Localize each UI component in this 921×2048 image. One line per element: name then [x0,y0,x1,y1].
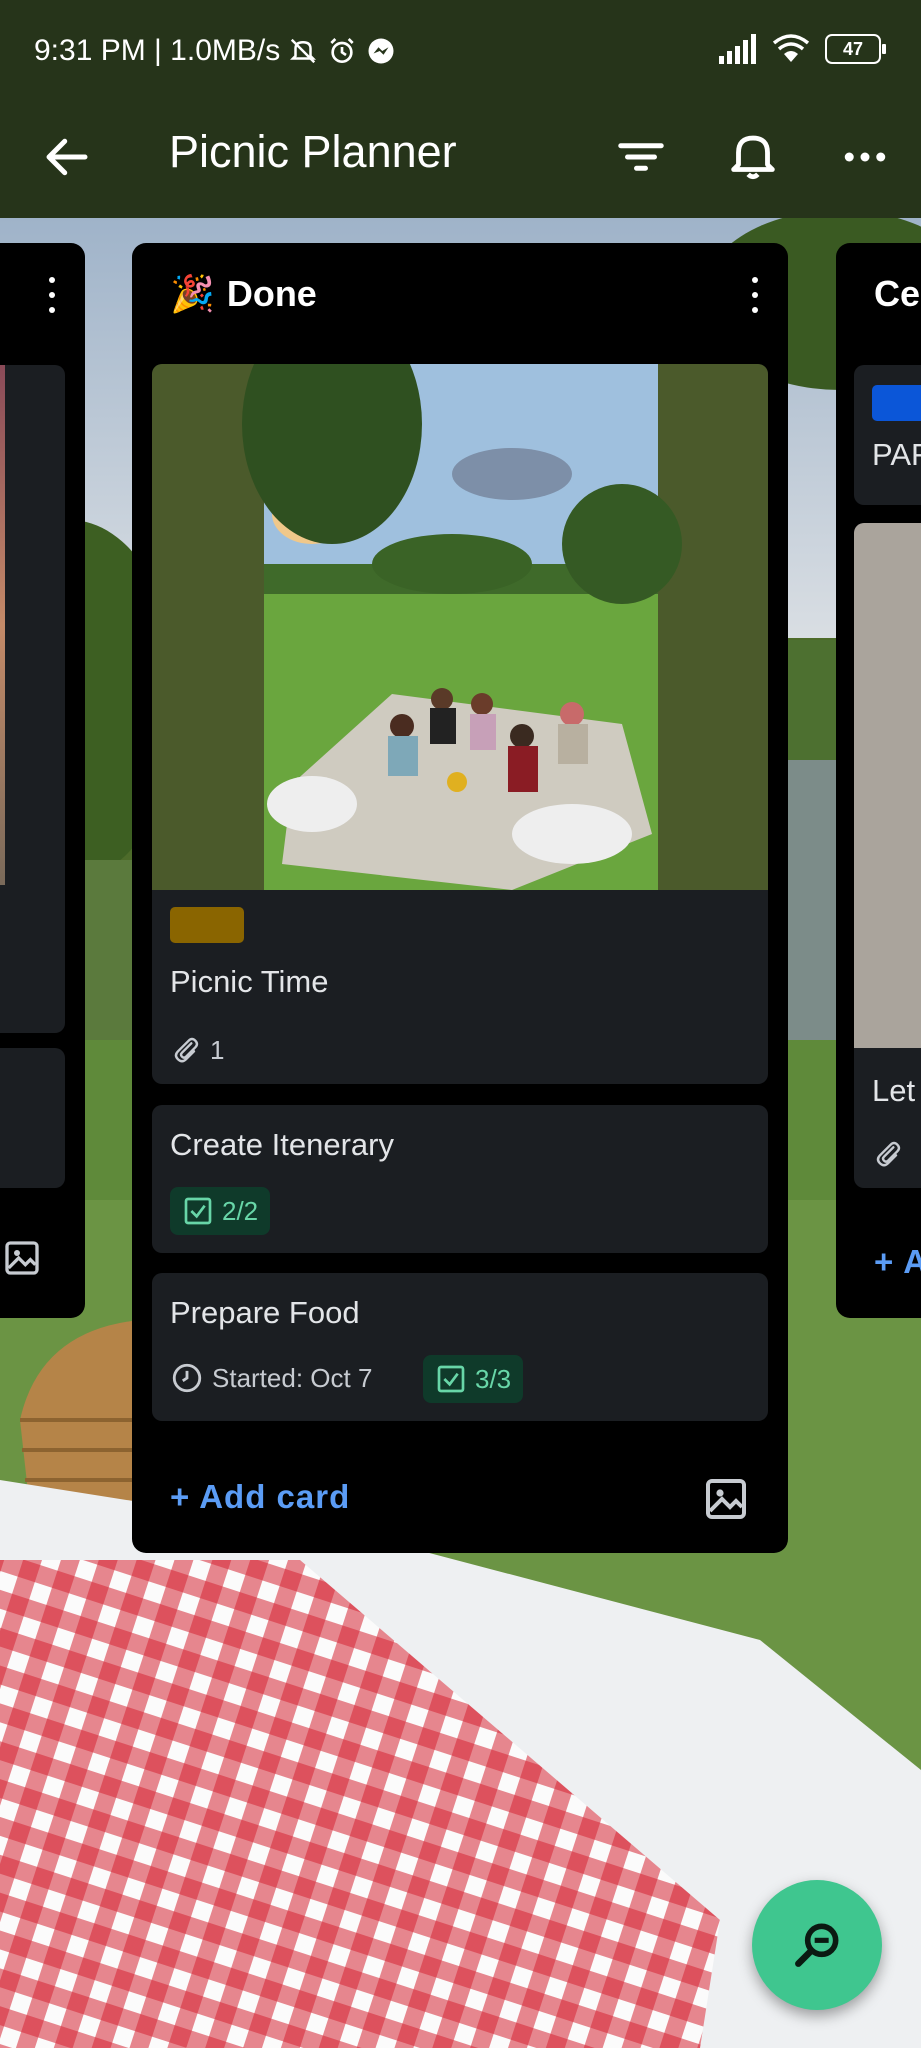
filter-icon[interactable] [614,130,668,184]
checkbox-icon [184,1197,212,1225]
status-bar: 9:31 PM | 1.0MB/s 47 [0,0,921,96]
list-done: 🎉 Done Picnic Time 1 Create Itenerary 2/… [132,243,788,1553]
list-right-partial: Ce PAF Let + A [836,243,921,1318]
card-label [872,385,921,421]
add-card-button[interactable]: + Add card [170,1478,350,1516]
bell-icon[interactable] [724,126,782,184]
clock-icon [172,1363,202,1393]
card-title: Create Itenerary [170,1127,394,1162]
search-fab-button[interactable] [752,1880,882,2010]
battery-level: 47 [842,38,864,59]
card-label [170,907,244,943]
list-menu-icon[interactable] [42,273,62,317]
back-arrow-icon[interactable] [40,130,94,184]
card-title: PAF [872,437,921,472]
battery-icon: 47 [825,34,886,64]
card-partial[interactable] [0,1048,65,1188]
alarm-icon [330,38,354,63]
add-card-image-icon[interactable] [702,1475,750,1523]
more-icon[interactable] [838,130,892,184]
list-left-partial [0,243,85,1318]
attachment-badge: 1 [170,1034,224,1066]
board-title: Picnic Planner [169,126,457,177]
card-title: Let [872,1073,916,1108]
card-partial[interactable]: PAF [854,365,921,505]
messenger-icon [368,38,394,64]
checklist-count: 2/2 [222,1195,259,1226]
start-date-badge: Started: Oct 7 [170,1361,372,1395]
card-picnic-time[interactable]: Picnic Time 1 [152,364,768,1084]
card-partial[interactable] [0,365,65,1033]
app-bar: Picnic Planner [0,96,921,218]
zoom-search-icon [795,1923,839,1967]
card-create-itenerary[interactable]: Create Itenerary 2/2 [152,1105,768,1253]
status-time-speed: 9:31 PM | 1.0MB/s [34,34,281,67]
list-header: 🎉 Done [170,273,317,315]
start-date-text: Started: Oct 7 [212,1362,373,1393]
card-cover-image [152,364,768,890]
card-title: Prepare Food [170,1295,360,1330]
list-emoji: 🎉 [170,273,215,314]
checklist-count: 3/3 [475,1363,512,1394]
card-cover-image [0,365,5,885]
image-icon[interactable] [2,1238,42,1278]
mute-bell-icon [290,38,317,64]
checklist-badge: 3/3 [423,1355,524,1403]
wifi-icon [772,34,810,62]
card-partial[interactable]: Let [854,523,921,1188]
card-title: Picnic Time [170,964,329,999]
list-title[interactable]: Ce [874,273,920,315]
checkbox-icon [437,1365,465,1393]
checklist-badge: 2/2 [170,1187,271,1235]
card-prepare-food[interactable]: Prepare Food Started: Oct 7 3/3 [152,1273,768,1421]
list-menu-icon[interactable] [745,273,765,317]
card-cover-image [854,523,921,1048]
attachment-count: 1 [210,1034,225,1065]
list-title[interactable]: Done [227,273,317,315]
signal-icon [719,34,756,64]
paperclip-icon [174,1037,199,1063]
paperclip-icon [876,1141,901,1167]
add-card-button[interactable]: + A [874,1243,921,1281]
